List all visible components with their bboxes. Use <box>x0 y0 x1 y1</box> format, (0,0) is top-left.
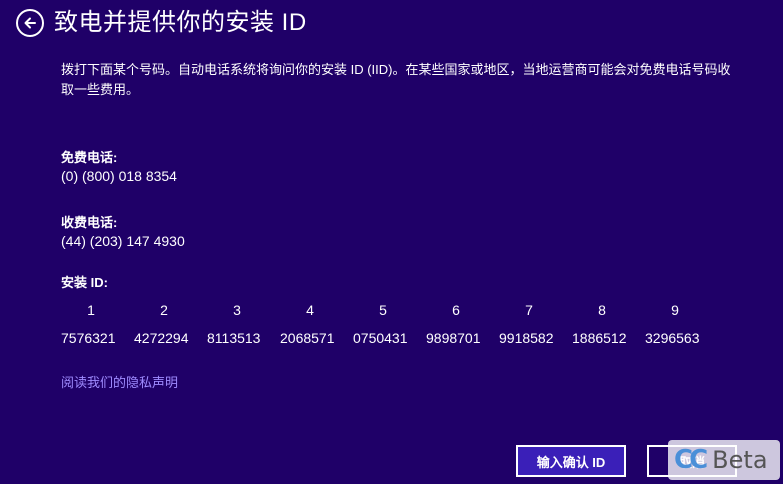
iid-group-index: 1 <box>87 302 95 318</box>
iid-group-value: 2068571 <box>280 330 335 346</box>
iid-group-value: 0750431 <box>353 330 408 346</box>
iid-group-index: 4 <box>306 302 314 318</box>
toll-number: (44) (203) 147 4930 <box>61 233 185 249</box>
iid-group-index: 6 <box>452 302 460 318</box>
iid-group-value: 7576321 <box>61 330 116 346</box>
watermark-logo: CC Beta <box>668 440 780 480</box>
iid-group-value: 8113513 <box>207 330 261 346</box>
back-button[interactable] <box>16 9 44 37</box>
instructions-text: 拨打下面某个号码。自动电话系统将询问你的安装 ID (IID)。在某些国家或地区… <box>61 62 731 97</box>
iid-group-value: 9918582 <box>499 330 554 346</box>
watermark-beta-text: Beta <box>712 446 768 474</box>
watermark-cc-icon: CC <box>674 445 708 475</box>
iid-group-index: 8 <box>598 302 606 318</box>
iid-group-index: 9 <box>671 302 679 318</box>
installation-id-section: 安装 ID: <box>61 273 108 292</box>
iid-group-value: 9898701 <box>426 330 481 346</box>
toll-section: 收费电话: (44) (203) 147 4930 <box>61 213 185 251</box>
privacy-statement-link[interactable]: 阅读我们的隐私声明 <box>61 372 178 391</box>
iid-group-index: 2 <box>160 302 168 318</box>
back-arrow-icon <box>24 17 36 29</box>
iid-group-value: 3296563 <box>645 330 700 346</box>
toll-free-label: 免费电话: <box>61 150 118 165</box>
installation-id-table: 1 2 3 4 5 6 7 8 9 7576321 4272294 811351… <box>61 298 718 350</box>
installation-id-index-row: 1 2 3 4 5 6 7 8 9 <box>61 298 718 322</box>
toll-free-number: (0) (800) 018 8354 <box>61 168 177 184</box>
iid-group-index: 3 <box>233 302 241 318</box>
toll-free-section: 免费电话: (0) (800) 018 8354 <box>61 148 177 186</box>
iid-group-value: 4272294 <box>134 330 189 346</box>
installation-id-label: 安装 ID: <box>61 275 108 290</box>
iid-group-index: 7 <box>525 302 533 318</box>
page-title: 致电并提供你的安装 ID <box>54 9 307 36</box>
activation-page: 致电并提供你的安装 ID 拨打下面某个号码。自动电话系统将询问你的安装 ID (… <box>0 0 783 484</box>
installation-id-value-row: 7576321 4272294 8113513 2068571 0750431 … <box>61 326 718 350</box>
header: 致电并提供你的安装 ID <box>16 6 307 40</box>
enter-confirmation-id-button[interactable]: 输入确认 ID <box>516 445 626 477</box>
iid-group-index: 5 <box>379 302 387 318</box>
toll-label: 收费电话: <box>61 215 118 230</box>
iid-group-value: 1886512 <box>572 330 627 346</box>
